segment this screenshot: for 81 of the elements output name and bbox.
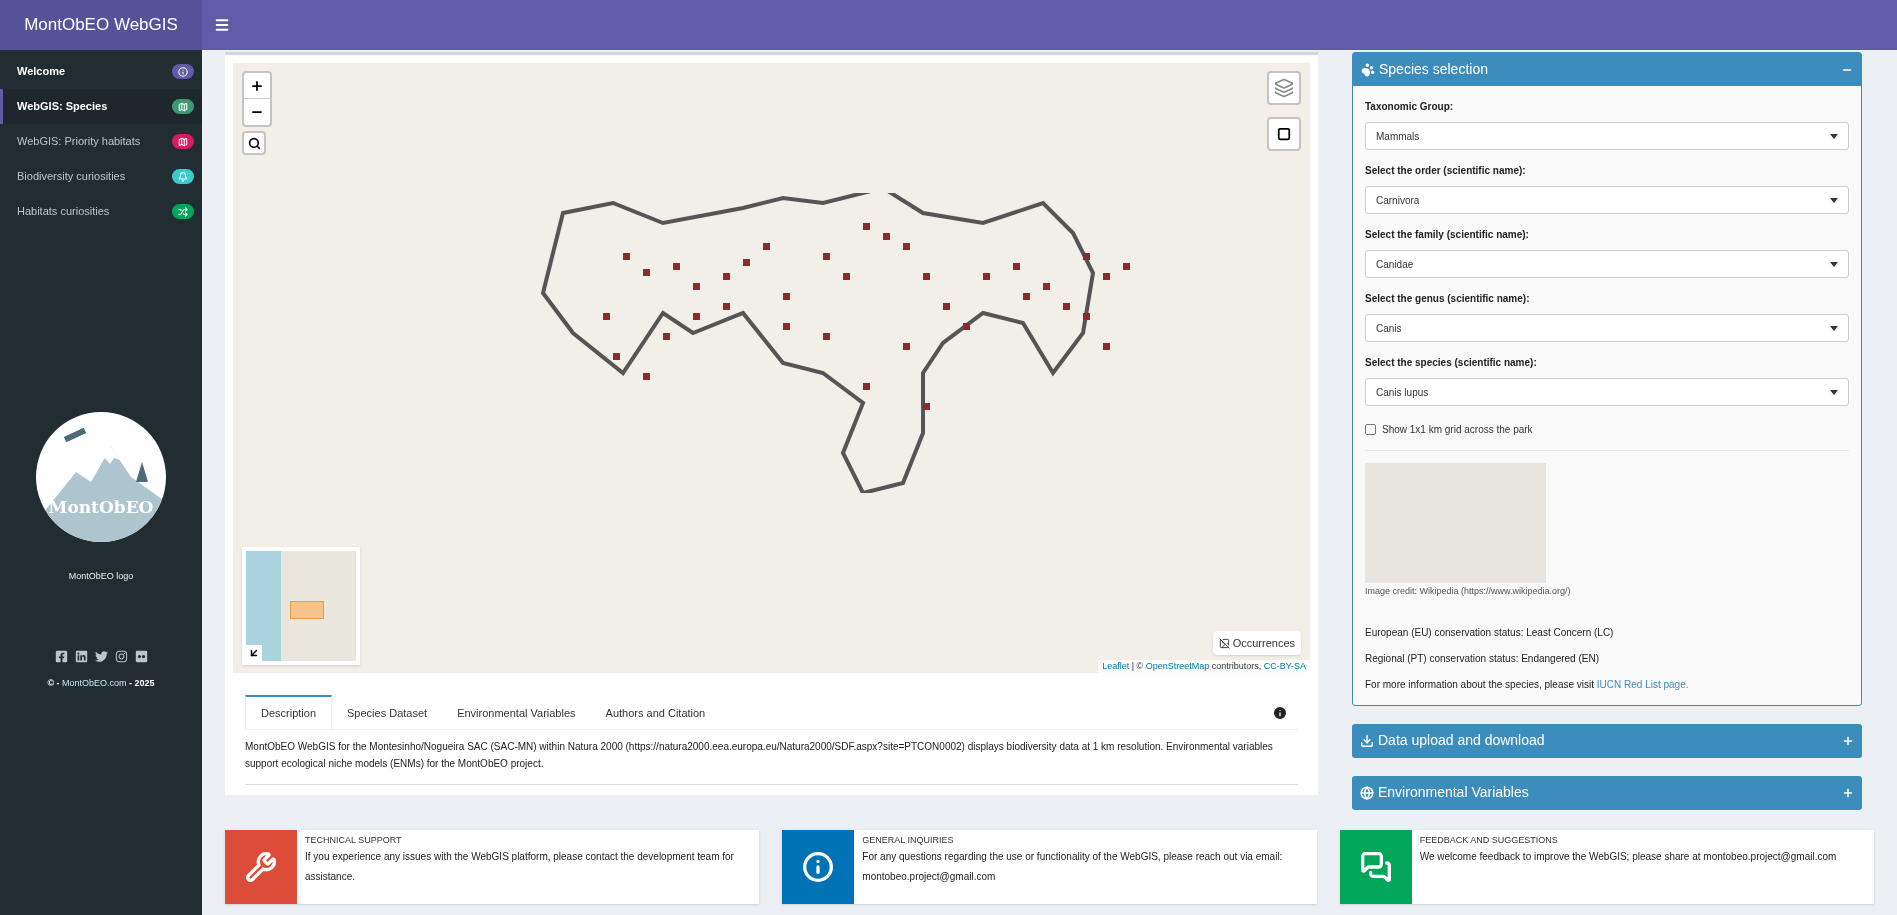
tab[interactable]: Authors and Citation bbox=[590, 695, 721, 729]
conservation-status-text: European (EU) conservation status: Least Concern (LC) bbox=[1365, 625, 1615, 640]
info-box-title: FEEDBACK AND SUGGESTIONS bbox=[1419, 833, 1559, 847]
panel-title: Species selection bbox=[1379, 60, 1488, 79]
dropdown-field[interactable]: Carnivora bbox=[1365, 186, 1849, 214]
minimap-extent-rectangle bbox=[290, 601, 324, 619]
dropdown-field[interactable]: Canis bbox=[1365, 314, 1849, 342]
instagram-icon[interactable] bbox=[114, 649, 128, 663]
panel-title: Environmental Variables bbox=[1378, 783, 1529, 802]
logo-caption: MontObEO logo bbox=[68, 570, 134, 583]
iucn-link[interactable]: IUCN Red List page. bbox=[1596, 678, 1689, 690]
facebook-icon[interactable] bbox=[54, 649, 68, 663]
caret-icon bbox=[1830, 261, 1838, 267]
map-tile[interactable]: Occurrences Leaflet | © OpenStreetMap contributors, CC-BY-SA bbox=[233, 63, 1310, 673]
logo-text: MontObEO bbox=[48, 495, 154, 519]
search-icon bbox=[247, 136, 261, 150]
download-icon bbox=[1360, 733, 1374, 748]
info-box-title: TECHNICAL SUPPORT bbox=[305, 833, 403, 847]
paw-icon bbox=[1361, 62, 1375, 77]
plus-icon bbox=[250, 78, 264, 93]
panel-header[interactable]: Species selection bbox=[1353, 53, 1861, 86]
info-box-text: For any questions regarding the use or functionality of the WebGIS, please reach out via email: montobeo.project@gmail.com bbox=[862, 850, 1284, 884]
occurrences-layer-button[interactable]: Occurrences bbox=[1212, 631, 1301, 655]
sidebar-item[interactable]: Welcome bbox=[0, 54, 202, 89]
twitter-icon[interactable] bbox=[94, 649, 108, 663]
caret-icon bbox=[1830, 133, 1838, 139]
dropdown-field[interactable]: Mammals bbox=[1365, 122, 1849, 150]
more-info-text: For more information about the species, please visit IUCN Red List page. bbox=[1365, 677, 1690, 692]
chat-bubbles-icon bbox=[1359, 850, 1392, 883]
sidebar-item[interactable]: Habitats curiosities bbox=[0, 194, 202, 229]
conservation-status-text: Regional (PT) conservation status: Endangered (EN) bbox=[1365, 651, 1600, 666]
attribution-text: contributors, bbox=[1210, 660, 1263, 671]
app-title: MontObEO WebGIS bbox=[24, 14, 178, 37]
panel-header[interactable]: Environmental Variables bbox=[1352, 775, 1862, 810]
tab[interactable]: Species Dataset bbox=[332, 695, 443, 729]
attribution-link[interactable]: OpenStreetMap bbox=[1145, 660, 1210, 671]
linkedin-icon[interactable] bbox=[74, 649, 88, 663]
arrow-icon bbox=[248, 647, 260, 659]
globe-icon bbox=[1360, 785, 1374, 800]
broken-image-icon bbox=[1218, 637, 1230, 649]
info-box-text: If you experience any issues with the WebGIS platform, please contact the development team for assistance. bbox=[305, 850, 735, 884]
attribution-link[interactable]: Leaflet bbox=[1102, 660, 1130, 671]
website-link[interactable]: MontObEO.com bbox=[62, 677, 127, 688]
fullscreen-button[interactable] bbox=[1267, 117, 1301, 151]
tools-icon bbox=[245, 850, 277, 883]
square-icon bbox=[1277, 127, 1291, 141]
expand-icon[interactable] bbox=[1842, 734, 1854, 747]
select-label: Select the family (scientific name): bbox=[1365, 228, 1530, 242]
attribution-link[interactable]: CC-BY-SA bbox=[1263, 660, 1306, 671]
layers-button[interactable] bbox=[1267, 71, 1301, 105]
layers-icon bbox=[1274, 78, 1294, 98]
dropdown-field[interactable]: Canis lupus bbox=[1365, 378, 1849, 406]
checkbox-label: Show 1x1 km grid across the park bbox=[1382, 423, 1533, 437]
tab[interactable]: Description bbox=[245, 695, 333, 729]
select-label: Select the genus (scientific name): bbox=[1365, 292, 1531, 306]
info-icon bbox=[802, 850, 835, 883]
select-label: Select the order (scientific name): bbox=[1365, 164, 1527, 178]
description-text: MontObEO WebGIS for the Montesinho/Nogueira SAC (SAC-MN) within Natura 2000 (https://natura2000.eea.europa.eu/Natura2000/SDF.aspx?site=PTCON0002) displays biodiversity data at 1 km resolution. Environmental variables support ecological niche models (ENMs) for the MontObEO project. bbox=[245, 738, 1298, 785]
caret-icon bbox=[1830, 389, 1838, 395]
image-credit: Image credit: Wikipedia (https://www.wikipedia.org/) bbox=[1365, 585, 1572, 598]
menu-icon[interactable] bbox=[214, 17, 230, 33]
info-box-title: GENERAL INQUIRIES bbox=[862, 833, 955, 847]
sidebar-item[interactable]: WebGIS: Species bbox=[0, 89, 202, 124]
sidebar-item[interactable]: WebGIS: Priority habitats bbox=[0, 124, 202, 159]
select-label: Select the species (scientific name): bbox=[1365, 356, 1538, 370]
panel-title: Data upload and download bbox=[1378, 731, 1545, 750]
copyright-text: © - MontObEO.com - 2025 bbox=[47, 676, 155, 690]
search-button[interactable] bbox=[242, 131, 266, 155]
expand-icon[interactable] bbox=[1842, 786, 1854, 799]
dropdown-field[interactable]: Canidae bbox=[1365, 250, 1849, 278]
caret-icon bbox=[1830, 197, 1838, 203]
info-icon[interactable] bbox=[1272, 705, 1288, 721]
tab[interactable]: Environmental Variables bbox=[442, 695, 591, 729]
grid-checkbox[interactable] bbox=[1365, 424, 1376, 435]
caret-icon bbox=[1830, 325, 1838, 331]
select-label: Taxonomic Group: bbox=[1365, 100, 1455, 114]
panel-header[interactable]: Data upload and download bbox=[1352, 723, 1862, 758]
flickr-icon[interactable] bbox=[134, 649, 148, 663]
attribution-text: | © bbox=[1130, 660, 1145, 671]
sidebar-item[interactable]: Biodiversity curiosities bbox=[0, 159, 202, 194]
info-box-text: We welcome feedback to improve the WebGIS; please share at montobeo.project@gmail.com bbox=[1419, 850, 1837, 864]
